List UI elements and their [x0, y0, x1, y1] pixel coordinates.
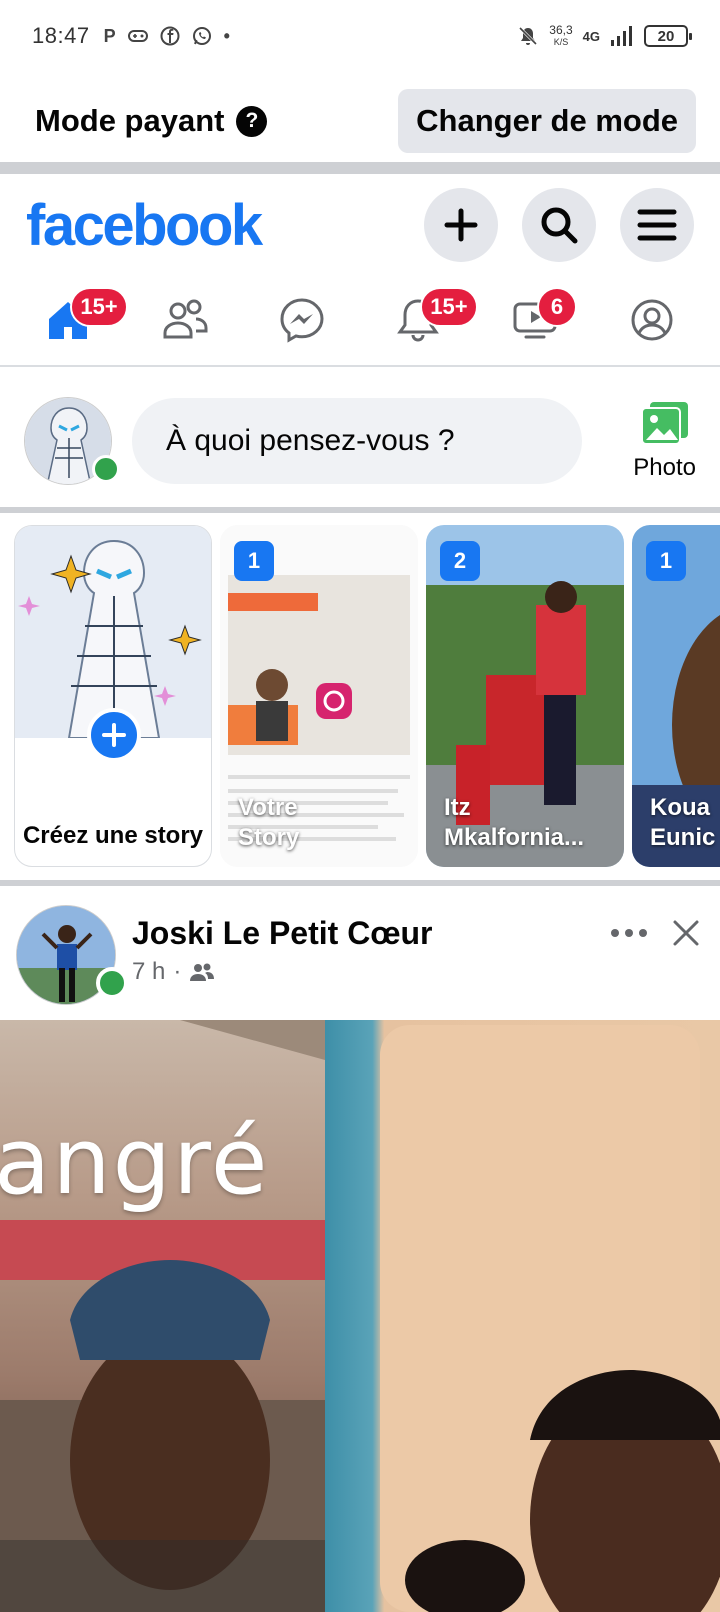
story-name: Koua Eunic — [650, 794, 716, 851]
image-overlay-text: angré — [0, 1108, 270, 1215]
search-button[interactable] — [522, 188, 596, 262]
signal-icon — [611, 26, 632, 46]
story-name: Itz Mkalfornia... — [444, 794, 585, 851]
online-indicator — [96, 967, 128, 999]
video-badge: 6 — [536, 287, 577, 327]
change-mode-button[interactable]: Changer de mode — [398, 89, 696, 153]
mode-title: Mode payant ? — [35, 103, 268, 139]
net-speed: 36,3 K/S — [549, 23, 573, 47]
tab-messenger[interactable] — [262, 285, 342, 355]
divider — [0, 162, 720, 174]
nav-tabs: 15+ 15+ 6 — [0, 275, 720, 365]
photo-label: Photo — [633, 453, 696, 481]
create-story-card[interactable]: Créez une story — [14, 525, 212, 867]
status-time: 18:47 — [32, 23, 90, 48]
more-options-icon[interactable] — [610, 928, 648, 938]
menu-button[interactable] — [620, 188, 694, 262]
tab-home[interactable]: 15+ — [28, 285, 128, 355]
dot-icon: • — [223, 25, 230, 46]
search-icon — [541, 207, 578, 244]
post-image[interactable]: angré — [0, 1020, 720, 1612]
add-story-button[interactable] — [87, 708, 141, 762]
profile-icon — [631, 299, 673, 341]
post-composer: À quoi pensez-vous ? Photo — [0, 378, 720, 503]
post-meta: Joski Le Petit Cœur 7 h · — [132, 905, 433, 986]
tab-video[interactable]: 6 — [495, 285, 577, 355]
battery-icon: 20 — [644, 25, 692, 47]
notifications-badge: 15+ — [420, 287, 478, 327]
story-count-badge: 1 — [646, 541, 686, 581]
create-story-label: Créez une story — [22, 822, 204, 849]
mode-bar: Mode payant ? Changer de mode — [0, 80, 720, 162]
messenger-icon — [280, 298, 324, 343]
photo-icon — [640, 401, 688, 445]
status-bar: 18:47 P • 36,3 K/S 4G 20 — [0, 0, 720, 72]
gamepad-icon — [127, 30, 148, 42]
post-header: Joski Le Petit Cœur 7 h · — [0, 905, 720, 1015]
create-button[interactable] — [424, 188, 498, 262]
plus-icon — [444, 208, 478, 242]
post-author-name[interactable]: Joski Le Petit Cœur — [132, 915, 433, 952]
plus-icon — [102, 723, 126, 747]
home-badge: 15+ — [70, 287, 128, 327]
story-name: Votre Story — [238, 794, 300, 851]
status-input[interactable]: À quoi pensez-vous ? — [132, 397, 582, 484]
create-story-cover — [15, 526, 211, 738]
tab-friends[interactable] — [145, 285, 225, 355]
story-count-badge: 1 — [234, 541, 274, 581]
tab-profile[interactable] — [612, 285, 692, 355]
online-indicator — [92, 454, 120, 483]
divider — [0, 507, 720, 513]
menu-icon — [637, 209, 677, 241]
post-actions — [610, 905, 700, 947]
help-icon[interactable]: ? — [236, 105, 268, 137]
tab-notifications[interactable]: 15+ — [378, 285, 478, 355]
stories-tray: Créez une story 1 Votre Story 2 Itz Mkal… — [0, 525, 720, 890]
facebook-logo[interactable]: facebook — [26, 192, 263, 259]
post-time[interactable]: 7 h — [132, 958, 165, 986]
parking-icon: P — [103, 25, 116, 46]
story-card[interactable]: 2 Itz Mkalfornia... — [426, 525, 624, 867]
post-subline: 7 h · — [132, 958, 433, 986]
my-avatar[interactable] — [24, 396, 120, 485]
whatsapp-icon — [192, 27, 211, 45]
friends-icon — [163, 299, 208, 339]
mute-bell-icon — [519, 26, 538, 46]
friends-icon — [190, 963, 215, 981]
photo-button[interactable]: Photo — [633, 400, 696, 482]
story-card[interactable]: 1 Koua Eunic — [632, 525, 720, 867]
post-image-right — [325, 1020, 720, 1612]
facebook-icon — [160, 26, 180, 46]
close-icon[interactable] — [672, 919, 700, 947]
network-type: 4G — [582, 28, 600, 44]
post-image-left: angré — [0, 1020, 325, 1612]
post-author-avatar[interactable] — [16, 905, 128, 1005]
divider — [0, 365, 720, 367]
notification-icons: P • — [104, 26, 230, 47]
story-count-badge: 2 — [440, 541, 480, 581]
story-card[interactable]: 1 Votre Story — [220, 525, 418, 867]
app-header: facebook — [0, 180, 720, 270]
divider — [0, 880, 720, 886]
